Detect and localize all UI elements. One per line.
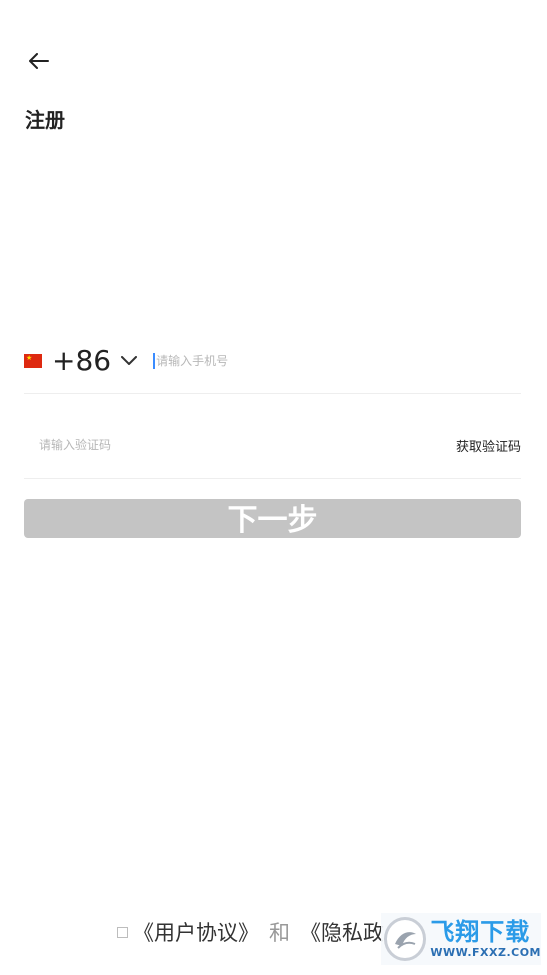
agreement-and-text: 和 bbox=[269, 921, 290, 945]
country-code[interactable]: +86 bbox=[52, 339, 111, 383]
phone-input[interactable] bbox=[156, 354, 457, 368]
watermark-title: 飞翔下载 bbox=[430, 918, 531, 946]
watermark: 飞翔下载 WWW.FXXZ.COM bbox=[381, 913, 541, 965]
watermark-logo-icon bbox=[384, 917, 427, 961]
next-button[interactable]: 下一步 bbox=[24, 499, 521, 538]
phone-divider bbox=[24, 393, 521, 394]
text-cursor bbox=[153, 353, 156, 369]
page-title: 注册 bbox=[25, 108, 65, 132]
get-code-button[interactable]: 获取验证码 bbox=[456, 436, 521, 455]
chevron-down-icon bbox=[121, 356, 138, 365]
privacy-policy-link[interactable]: 《隐私政 bbox=[300, 917, 384, 947]
back-button[interactable] bbox=[27, 49, 51, 73]
phone-row: ★ +86 bbox=[24, 339, 521, 383]
verification-code-input[interactable] bbox=[24, 438, 339, 452]
watermark-url: WWW.FXXZ.COM bbox=[430, 946, 541, 959]
user-agreement-link[interactable]: 《用户协议》 bbox=[133, 917, 259, 947]
agreement-row: 《用户协议》 和 《隐私政 bbox=[117, 914, 384, 950]
china-flag-icon[interactable]: ★ bbox=[24, 354, 42, 368]
code-divider bbox=[24, 478, 521, 479]
verification-row: 获取验证码 bbox=[24, 425, 521, 465]
arrow-left-icon bbox=[29, 53, 49, 69]
country-code-dropdown[interactable] bbox=[119, 351, 139, 371]
agreement-checkbox[interactable] bbox=[117, 926, 128, 938]
